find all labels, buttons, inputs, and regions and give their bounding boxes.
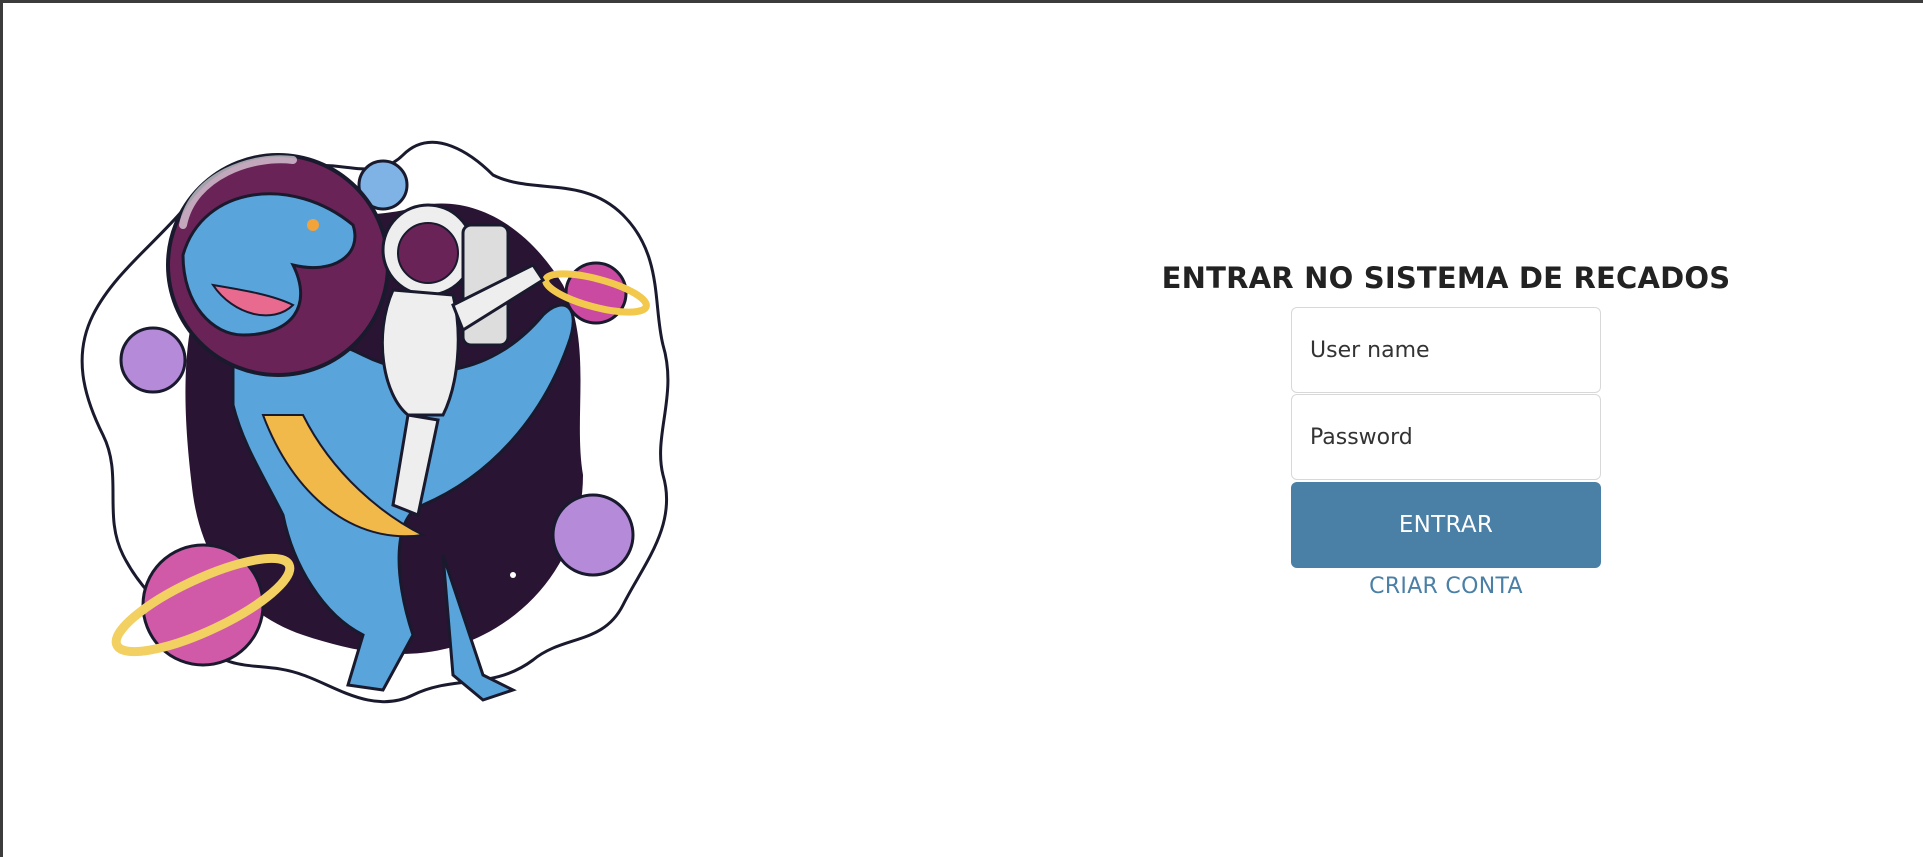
enter-button[interactable]: ENTRAR bbox=[1291, 482, 1601, 568]
login-form: ENTRAR NO SISTEMA DE RECADOS ENTRAR CRIA… bbox=[1162, 261, 1731, 599]
page-title: ENTRAR NO SISTEMA DE RECADOS bbox=[1161, 261, 1731, 295]
login-page: ENTRAR NO SISTEMA DE RECADOS ENTRAR CRIA… bbox=[0, 0, 1923, 857]
password-input[interactable] bbox=[1291, 394, 1601, 480]
create-account-link[interactable]: CRIAR CONTA bbox=[1369, 574, 1523, 599]
username-input[interactable] bbox=[1291, 307, 1601, 393]
dinosaur-astronaut-illustration bbox=[63, 115, 683, 755]
